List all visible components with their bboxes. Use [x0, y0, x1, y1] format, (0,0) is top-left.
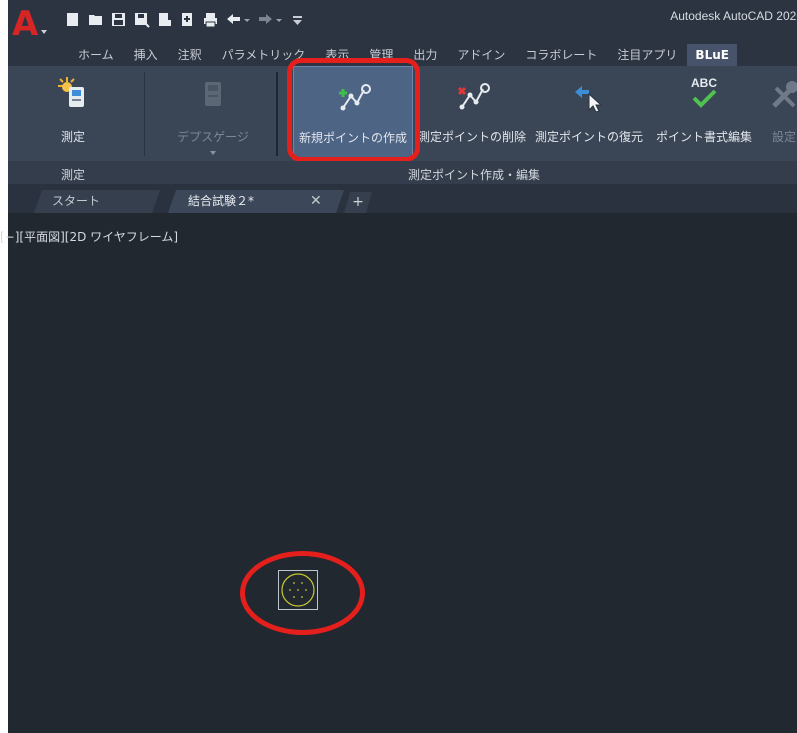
- autocad-window: A Autodesk AutoCAD 2020 ホーム 挿入 注釈 パラメトリッ…: [0, 0, 797, 733]
- tab-home[interactable]: ホーム: [68, 44, 124, 66]
- measure-label: 測定: [60, 130, 85, 144]
- new-icon[interactable]: [64, 11, 81, 28]
- panel-divider: [276, 72, 278, 156]
- undo-icon[interactable]: [225, 11, 251, 28]
- tab-collaborate[interactable]: コラボレート: [515, 44, 607, 66]
- depth-gauge-icon: [193, 74, 233, 114]
- tab-blue[interactable]: BLuE: [687, 44, 737, 66]
- application-menu-button[interactable]: A: [10, 4, 47, 44]
- highlight-annotation: [287, 58, 420, 162]
- panel-title-measure: 測定: [61, 168, 86, 182]
- tab-drawing[interactable]: 結合試験２* ✕: [168, 190, 344, 213]
- tab-start[interactable]: スタート: [34, 190, 160, 213]
- cloud-open-icon[interactable]: [156, 11, 173, 28]
- quick-access-toolbar: [64, 8, 306, 30]
- drawing-tab-label: 結合試験２*: [188, 194, 255, 208]
- open-icon[interactable]: [87, 11, 104, 28]
- edit-point-format-label: ポイント書式編集: [655, 130, 752, 144]
- save-as-icon[interactable]: [133, 11, 150, 28]
- highlight-circle-annotation: [240, 551, 365, 635]
- depth-gauge-label: デプスゲージ: [177, 130, 249, 144]
- abc-check-icon: ABC: [684, 74, 724, 114]
- tab-featured-apps[interactable]: 注目アプリ: [607, 44, 687, 66]
- settings-button[interactable]: 設定: [760, 66, 797, 160]
- autocad-logo-icon: A: [12, 4, 39, 44]
- tab-addins[interactable]: アドイン: [447, 44, 515, 66]
- depth-gauge-button[interactable]: デプスゲージ: [170, 66, 256, 160]
- wrench-icon: [764, 74, 797, 114]
- print-icon[interactable]: [202, 11, 219, 28]
- redo-icon[interactable]: [257, 11, 283, 28]
- customize-icon[interactable]: [289, 11, 306, 28]
- delete-point-button[interactable]: 測定ポイントの削除: [416, 66, 528, 160]
- measure-button[interactable]: 測定: [38, 66, 108, 160]
- window-title: Autodesk AutoCAD 2020: [670, 9, 797, 23]
- chevron-down-icon: [41, 30, 47, 34]
- save-icon[interactable]: [110, 11, 127, 28]
- delete-point-icon: [452, 74, 492, 114]
- close-icon[interactable]: ✕: [310, 190, 322, 213]
- delete-point-label: 測定ポイントの削除: [417, 130, 526, 144]
- chevron-down-icon: [210, 151, 216, 155]
- panel-divider: [144, 72, 145, 156]
- edit-point-format-button[interactable]: ABC ポイント書式編集: [650, 66, 758, 160]
- tab-insert[interactable]: 挿入: [124, 44, 168, 66]
- restore-point-button[interactable]: 測定ポイントの復元: [530, 66, 648, 160]
- tab-annotate[interactable]: 注釈: [168, 44, 212, 66]
- panel-title-bar: [8, 161, 797, 184]
- svg-text:ABC: ABC: [691, 76, 717, 90]
- settings-label: 設定: [771, 130, 796, 144]
- restore-point-label: 測定ポイントの復元: [534, 130, 643, 144]
- viewport-controls[interactable]: [−][平面図][2D ワイヤフレーム]: [0, 228, 178, 245]
- restore-point-icon: [569, 74, 609, 114]
- measure-icon: [53, 74, 93, 114]
- cloud-save-icon[interactable]: [179, 11, 196, 28]
- panel-title-point-edit: 測定ポイント作成・編集: [408, 168, 541, 182]
